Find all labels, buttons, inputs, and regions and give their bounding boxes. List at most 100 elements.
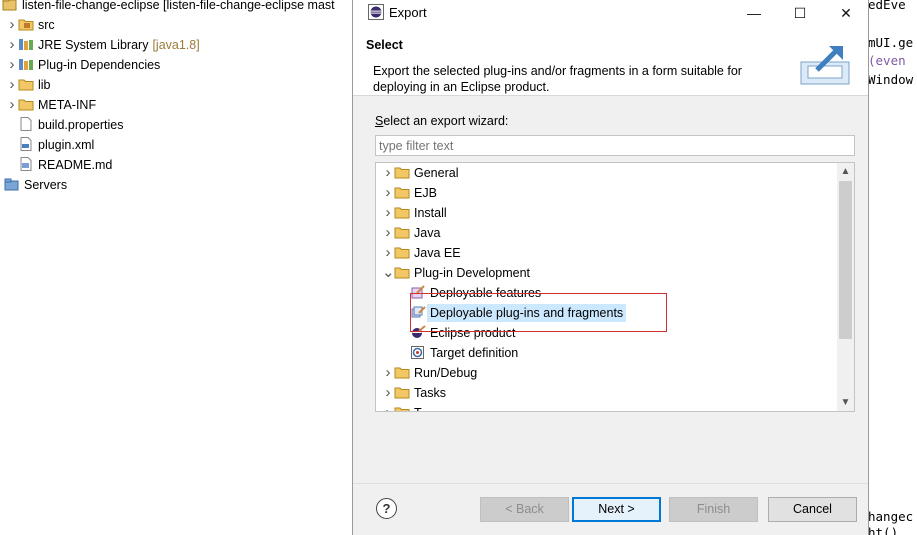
chevron-right-icon[interactable]: › [6, 95, 18, 115]
explorer-item[interactable]: › META-INF [6, 95, 97, 115]
code-editor-fragment: edEve mUI.ge (even Window hangec ht() [866, 0, 917, 535]
editor-code-line: (even [868, 53, 906, 68]
wizard-category[interactable]: › Java [382, 223, 441, 243]
dialog-titlebar[interactable]: Export — ☐ ✕ [353, 0, 868, 26]
explorer-item[interactable]: › lib [6, 75, 51, 95]
chevron-right-icon[interactable]: › [382, 243, 394, 263]
wizard-item-label: General [414, 166, 459, 180]
tree-scrollbar[interactable]: ▲ ▼ [837, 163, 854, 411]
servers-label: Servers [24, 178, 68, 192]
library-icon [18, 37, 34, 51]
md-file-icon [18, 157, 34, 171]
explorer-item-suffix: [java1.8] [152, 38, 200, 52]
next-button[interactable]: Next > [572, 497, 661, 522]
wizard-item-label: EJB [414, 186, 437, 200]
wizard-item[interactable]: Target definition [410, 343, 518, 363]
project-root[interactable]: listen-file-change-eclipse [listen-file-… [2, 0, 335, 15]
explorer-item[interactable]: › src [6, 15, 55, 35]
wizard-category[interactable]: › EJB [382, 183, 437, 203]
folder-icon [394, 365, 410, 379]
folder-icon [394, 405, 410, 411]
wizard-category[interactable]: › General [382, 163, 459, 183]
wizard-item-label: Java [414, 226, 441, 240]
wizard-category[interactable]: ⌄ Plug-in Development [382, 263, 530, 283]
project-explorer: listen-file-change-eclipse [listen-file-… [0, 0, 360, 535]
explorer-item[interactable]: › JRE System Library [java1.8] [6, 35, 200, 55]
back-button-label: < Back [505, 502, 544, 516]
chevron-right-icon[interactable]: › [382, 383, 394, 403]
chevron-right-icon[interactable]: › [6, 75, 18, 95]
wizard-item-label: T... [414, 406, 431, 411]
wizard-item[interactable]: Deployable features [410, 283, 541, 303]
explorer-item-label: lib [38, 78, 51, 92]
target-definition-icon [410, 345, 426, 359]
chevron-right-icon[interactable]: › [382, 403, 394, 411]
next-button-label: Next > [598, 502, 635, 516]
folder-icon [394, 385, 410, 399]
wizard-category[interactable]: › T... [382, 403, 431, 411]
explorer-item-label: Plug-in Dependencies [38, 58, 161, 72]
wizard-item[interactable]: Eclipse product [410, 323, 515, 343]
wizard-item-label: Tasks [414, 386, 446, 400]
chevron-right-icon[interactable]: › [6, 15, 18, 35]
chevron-right-icon[interactable]: › [6, 55, 18, 75]
editor-code-line: hangec [868, 509, 914, 524]
wizard-item-label: Java EE [414, 246, 461, 260]
explorer-item-label: src [38, 18, 55, 32]
scroll-down-icon[interactable]: ▼ [837, 394, 854, 411]
chevron-right-icon[interactable]: › [382, 223, 394, 243]
chevron-right-icon[interactable]: › [382, 363, 394, 383]
chevron-right-icon[interactable]: › [382, 183, 394, 203]
servers-icon [4, 177, 20, 191]
wizard-item-label: Run/Debug [414, 366, 478, 380]
explorer-item[interactable]: README.md [6, 155, 112, 175]
eclipse-app-icon [368, 4, 384, 20]
wizard-item-label: Plug-in Development [414, 266, 531, 280]
library-icon [18, 57, 34, 71]
editor-code-line: ht() [868, 525, 899, 535]
export-wizard-label: Select an export wizard: [375, 114, 509, 128]
help-button[interactable]: ? [376, 498, 397, 519]
wizard-item[interactable]: Deployable plug-ins and fragments [410, 303, 627, 323]
export-dialog: Export — ☐ ✕ Select Export the selected … [352, 0, 869, 535]
servers-node[interactable]: Servers [4, 175, 67, 195]
page-title: Select [366, 38, 403, 52]
explorer-item-label: META-INF [38, 98, 97, 112]
explorer-item[interactable]: › Plug-in Dependencies [6, 55, 161, 75]
wizard-item-label: Deployable features [430, 286, 542, 300]
feature-export-icon [410, 285, 426, 299]
chevron-right-icon[interactable]: › [382, 163, 394, 183]
filter-input[interactable] [375, 135, 855, 156]
wizard-category[interactable]: › Install [382, 203, 447, 223]
chevron-right-icon[interactable]: › [382, 203, 394, 223]
scroll-thumb[interactable] [839, 181, 852, 339]
chevron-down-icon[interactable]: ⌄ [382, 263, 395, 283]
wizard-item-label: Install [414, 206, 447, 220]
scroll-up-icon[interactable]: ▲ [837, 163, 854, 180]
plugin-export-icon [410, 305, 426, 319]
explorer-item-label: README.md [38, 158, 113, 172]
cancel-button-label: Cancel [793, 502, 832, 516]
chevron-right-icon[interactable]: › [6, 35, 18, 55]
wizard-category[interactable]: › Java EE [382, 243, 461, 263]
minimize-button[interactable]: — [731, 0, 777, 26]
wizard-header: Select Export the selected plug-ins and/… [353, 26, 868, 96]
explorer-item[interactable]: build.properties [6, 115, 123, 135]
wizard-label-text: elect an export wizard: [383, 114, 509, 128]
finish-button[interactable]: Finish [669, 497, 758, 522]
project-label: listen-file-change-eclipse [listen-file-… [22, 0, 335, 12]
maximize-button[interactable]: ☐ [777, 0, 823, 26]
folder-icon [394, 185, 410, 199]
footer-separator [353, 483, 868, 484]
explorer-item[interactable]: plugin.xml [6, 135, 94, 155]
folder-icon [394, 265, 410, 279]
product-export-icon [410, 325, 426, 339]
wizard-category[interactable]: › Tasks [382, 383, 446, 403]
folder-icon [394, 245, 410, 259]
cancel-button[interactable]: Cancel [768, 497, 857, 522]
package-folder-icon [18, 17, 34, 31]
close-button[interactable]: ✕ [823, 0, 869, 26]
back-button[interactable]: < Back [480, 497, 569, 522]
wizard-category[interactable]: › Run/Debug [382, 363, 478, 383]
explorer-item-label: JRE System Library [38, 38, 149, 52]
